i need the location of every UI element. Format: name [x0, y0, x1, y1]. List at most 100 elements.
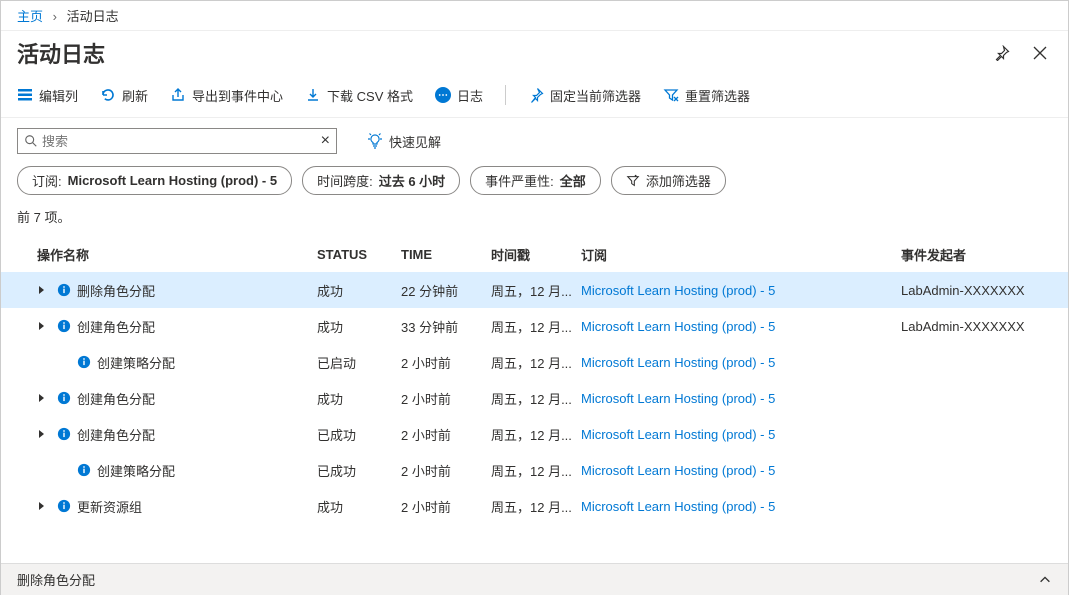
refresh-icon	[100, 87, 116, 103]
filter-severity[interactable]: 事件严重性: 全部	[470, 166, 601, 195]
breadcrumb-current: 活动日志	[67, 9, 119, 24]
expand-icon[interactable]	[37, 429, 51, 439]
activity-table: 操作名称 STATUS TIME 时间戳 订阅 事件发起者 删除角色分配成功22…	[1, 236, 1068, 524]
operation-name: 更新资源组	[77, 497, 142, 516]
timestamp-cell: 周五，12 月...	[491, 497, 581, 516]
expand-icon[interactable]	[37, 501, 51, 511]
operation-name: 删除角色分配	[77, 281, 155, 300]
status-cell: 成功	[317, 281, 401, 300]
columns-icon	[17, 87, 33, 103]
status-cell: 已启动	[317, 353, 401, 372]
time-cell: 22 分钟前	[401, 281, 491, 300]
expand-icon[interactable]	[37, 393, 51, 403]
search-box[interactable]: ×	[17, 128, 337, 154]
subscription-link[interactable]: Microsoft Learn Hosting (prod) - 5	[581, 283, 775, 298]
close-button[interactable]	[1028, 41, 1052, 65]
info-icon	[77, 463, 91, 477]
col-initiated-by[interactable]: 事件发起者	[901, 245, 1052, 264]
time-cell: 2 小时前	[401, 425, 491, 444]
info-icon	[77, 355, 91, 369]
detail-title: 删除角色分配	[17, 570, 95, 589]
table-row[interactable]: 创建策略分配 已启动2 小时前周五，12 月...Microsoft Learn …	[1, 344, 1068, 380]
add-filter-icon	[626, 174, 640, 188]
pin-icon	[994, 45, 1010, 61]
time-cell: 2 小时前	[401, 461, 491, 480]
status-cell: 已成功	[317, 461, 401, 480]
edit-columns-button[interactable]: 编辑列	[17, 86, 78, 105]
timestamp-cell: 周五，12 月...	[491, 353, 581, 372]
operation-name: 创建角色分配	[77, 425, 155, 444]
filter-row: 订阅: Microsoft Learn Hosting (prod) - 5 时…	[1, 154, 1068, 207]
chevron-up-icon[interactable]	[1038, 573, 1052, 587]
toolbar: 编辑列 刷新 导出到事件中心 下载 CSV 格式 ⋯ 日志 固定当前筛选器 重置…	[1, 79, 1068, 118]
result-count: 前 7 项。	[1, 207, 1068, 236]
operation-name: 创建策略分配	[97, 461, 175, 480]
detail-panel[interactable]: 删除角色分配	[1, 563, 1068, 595]
breadcrumb: 主页 › 活动日志	[1, 1, 1068, 31]
timestamp-cell: 周五，12 月...	[491, 281, 581, 300]
download-icon	[305, 87, 321, 103]
subscription-link[interactable]: Microsoft Learn Hosting (prod) - 5	[581, 319, 775, 334]
table-row[interactable]: 更新资源组成功2 小时前周五，12 月...Microsoft Learn Ho…	[1, 488, 1068, 524]
refresh-button[interactable]: 刷新	[100, 86, 148, 105]
filter-timespan[interactable]: 时间跨度: 过去 6 小时	[302, 166, 460, 195]
table-header: 操作名称 STATUS TIME 时间戳 订阅 事件发起者	[1, 236, 1068, 272]
timestamp-cell: 周五，12 月...	[491, 425, 581, 444]
logs-icon: ⋯	[435, 87, 451, 103]
logs-button[interactable]: ⋯ 日志	[435, 86, 483, 105]
col-subscription[interactable]: 订阅	[581, 245, 901, 264]
table-row[interactable]: 创建角色分配 成功2 小时前周五，12 月...Microsoft Learn H…	[1, 380, 1068, 416]
initiated-by-cell: LabAdmin-XXXXXXX	[901, 283, 1052, 298]
table-row[interactable]: 创建角色分配成功33 分钟前周五，12 月...Microsoft Learn …	[1, 308, 1068, 344]
pin-button[interactable]	[990, 41, 1014, 65]
search-input[interactable]	[38, 134, 321, 149]
info-icon	[57, 499, 71, 513]
status-cell: 已成功	[317, 425, 401, 444]
search-icon	[24, 134, 38, 148]
subscription-link[interactable]: Microsoft Learn Hosting (prod) - 5	[581, 355, 775, 370]
expand-icon[interactable]	[37, 285, 51, 295]
time-cell: 2 小时前	[401, 497, 491, 516]
subscription-link[interactable]: Microsoft Learn Hosting (prod) - 5	[581, 427, 775, 442]
operation-name: 创建策略分配	[97, 353, 175, 372]
time-cell: 33 分钟前	[401, 317, 491, 336]
table-row[interactable]: 创建策略分配 已成功2 小时前周五，12 月...Microsoft Learn …	[1, 452, 1068, 488]
toolbar-divider	[505, 85, 506, 105]
operation-name: 创建角色分配	[77, 389, 155, 408]
clear-search-icon[interactable]: ×	[321, 132, 330, 150]
reset-filter-icon	[663, 87, 679, 103]
col-time[interactable]: TIME	[401, 247, 491, 262]
timestamp-cell: 周五，12 月...	[491, 461, 581, 480]
col-timestamp[interactable]: 时间戳	[491, 245, 581, 264]
quick-insights-button[interactable]: 快速见解	[367, 132, 441, 151]
info-icon	[57, 391, 71, 405]
lightbulb-icon	[367, 133, 383, 149]
pin-filter-button[interactable]: 固定当前筛选器	[528, 86, 641, 105]
subscription-link[interactable]: Microsoft Learn Hosting (prod) - 5	[581, 391, 775, 406]
page-title: 活动日志	[17, 37, 105, 69]
col-operation[interactable]: 操作名称	[17, 245, 317, 264]
info-icon	[57, 319, 71, 333]
expand-icon[interactable]	[37, 321, 51, 331]
time-cell: 2 小时前	[401, 353, 491, 372]
time-cell: 2 小时前	[401, 389, 491, 408]
breadcrumb-separator: ›	[53, 9, 57, 24]
subscription-link[interactable]: Microsoft Learn Hosting (prod) - 5	[581, 463, 775, 478]
reset-filter-button[interactable]: 重置筛选器	[663, 86, 750, 105]
breadcrumb-home[interactable]: 主页	[17, 9, 43, 24]
info-icon	[57, 427, 71, 441]
filter-subscription[interactable]: 订阅: Microsoft Learn Hosting (prod) - 5	[17, 166, 292, 195]
timestamp-cell: 周五，12 月...	[491, 389, 581, 408]
subscription-link[interactable]: Microsoft Learn Hosting (prod) - 5	[581, 499, 775, 514]
download-csv-button[interactable]: 下载 CSV 格式	[305, 86, 413, 105]
timestamp-cell: 周五，12 月...	[491, 317, 581, 336]
add-filter-button[interactable]: 添加筛选器	[611, 166, 726, 195]
table-row[interactable]: 删除角色分配 成功22 分钟前周五，12 月...Microsoft Learn …	[1, 272, 1068, 308]
table-row[interactable]: 创建角色分配 已成功2 小时前周五，12 月...Microsoft Learn …	[1, 416, 1068, 452]
col-status[interactable]: STATUS	[317, 247, 401, 262]
status-cell: 成功	[317, 317, 401, 336]
info-icon	[57, 283, 71, 297]
pin-filter-icon	[528, 87, 544, 103]
status-cell: 成功	[317, 389, 401, 408]
export-event-hub-button[interactable]: 导出到事件中心	[170, 86, 283, 105]
